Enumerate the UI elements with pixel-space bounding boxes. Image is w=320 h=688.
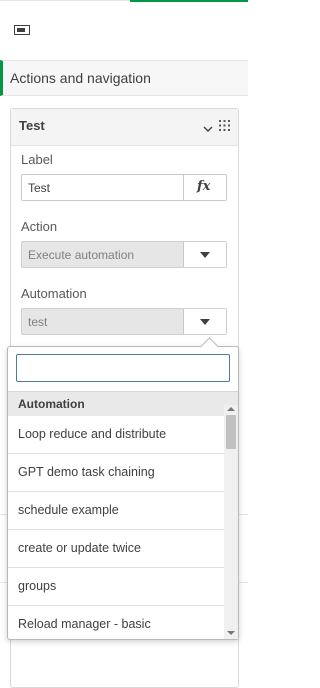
dropdown-item-label: schedule example [18, 503, 119, 517]
action-field-label: Action [21, 219, 58, 234]
dropdown-item[interactable]: create or update twice [8, 530, 224, 568]
card-title: Test [19, 118, 45, 133]
action-select[interactable]: Execute automation [21, 241, 227, 268]
scroll-thumb[interactable] [226, 415, 236, 449]
drag-handle-icon[interactable] [218, 119, 231, 132]
top-divider [0, 0, 130, 1]
dropdown-item[interactable]: Loop reduce and distribute [8, 416, 224, 454]
automation-select-value: test [28, 315, 48, 329]
automation-select[interactable]: test [21, 308, 227, 335]
caret-down-icon [200, 252, 210, 258]
chevron-down-icon[interactable] [203, 121, 213, 132]
dropdown-item[interactable]: schedule example [8, 492, 224, 530]
dropdown-item-label: groups [18, 579, 57, 593]
dropdown-item[interactable]: GPT demo task chaining [8, 454, 224, 492]
automation-dropdown-button[interactable] [183, 309, 226, 334]
panel-toggle-icon[interactable] [14, 23, 30, 37]
dropdown-list: Loop reduce and distribute GPT demo task… [8, 416, 224, 639]
scroll-down-icon[interactable] [227, 631, 235, 635]
dropdown-item-label: Loop reduce and distribute [18, 427, 167, 441]
action-select-value: Execute automation [28, 248, 135, 262]
scroll-up-icon[interactable] [227, 407, 235, 411]
active-tab-indicator [130, 0, 248, 2]
automation-dropdown-popover: Automation Loop reduce and distribute GP… [7, 337, 239, 640]
expression-button[interactable]: fx [183, 175, 226, 200]
caret-down-icon [200, 319, 210, 325]
automation-field-label: Automation [21, 286, 87, 301]
section-header[interactable]: Actions and navigation [0, 60, 248, 96]
card-header[interactable]: Test [11, 109, 238, 146]
dropdown-item[interactable]: Reload manager - basic [8, 606, 224, 639]
dropdown-item-label: create or update twice [18, 541, 141, 555]
label-field-label: Label [21, 152, 53, 167]
label-input-value: Test [28, 181, 51, 195]
dropdown-group-header: Automation [8, 391, 238, 416]
dropdown-item-label: Reload manager - basic [18, 617, 151, 631]
fx-icon: fx [197, 179, 211, 194]
dropdown-group-label: Automation [18, 397, 85, 411]
dropdown-item-label: GPT demo task chaining [18, 465, 155, 479]
action-dropdown-button[interactable] [183, 242, 226, 267]
dropdown-item[interactable]: groups [8, 568, 224, 606]
label-input[interactable]: Test fx [21, 174, 227, 201]
dropdown-search-input[interactable] [16, 354, 230, 382]
section-title: Actions and navigation [10, 70, 151, 86]
dropdown-scrollbar[interactable] [224, 405, 238, 639]
